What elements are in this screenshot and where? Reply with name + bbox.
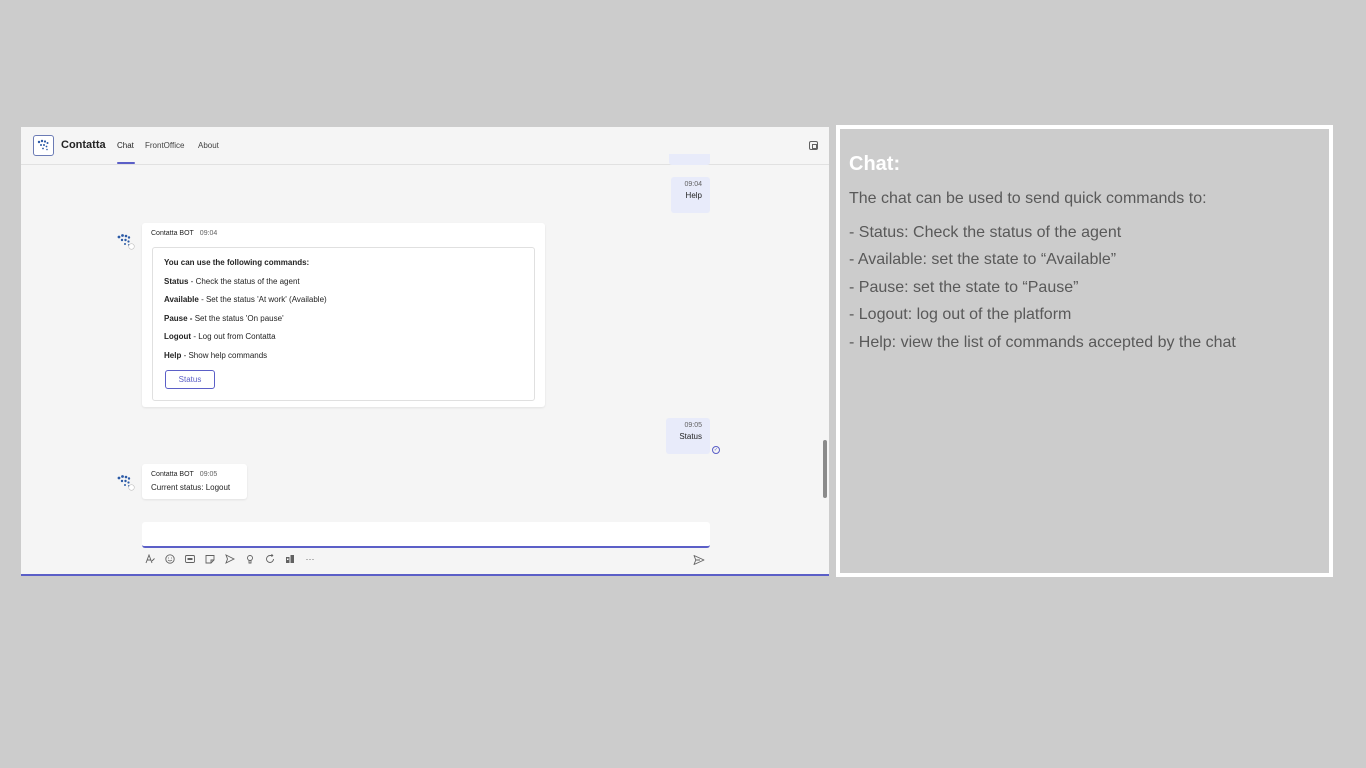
panel-line: - Available: set the state to “Available… bbox=[849, 251, 1117, 268]
message-time: 09:05 bbox=[199, 471, 218, 478]
schedule-send-icon[interactable] bbox=[225, 554, 235, 564]
sender-name: Contatta BOT bbox=[151, 471, 194, 478]
loop-icon[interactable] bbox=[265, 554, 275, 564]
message-time: 09:04 bbox=[199, 230, 218, 237]
more-options-icon[interactable]: ··· bbox=[305, 554, 315, 564]
message-compose-input[interactable] bbox=[142, 522, 710, 548]
format-icon[interactable] bbox=[145, 554, 155, 564]
previous-message-bubble bbox=[669, 154, 710, 165]
tab-about[interactable]: About bbox=[198, 141, 219, 150]
contatta-logo-icon bbox=[33, 135, 54, 156]
command-item: Available - Set the status 'At work' (Av… bbox=[164, 295, 327, 304]
tab-frontoffice[interactable]: FrontOffice bbox=[145, 141, 184, 150]
command-separator: - bbox=[188, 277, 196, 286]
command-name: Status bbox=[164, 277, 189, 286]
command-desc: Show help commands bbox=[188, 351, 268, 360]
message-header: Contatta BOT 09:05 bbox=[151, 471, 217, 478]
panel-line: - Status: Check the status of the agent bbox=[849, 224, 1122, 241]
annotation-panel: Chat: The chat can be used to send quick… bbox=[836, 125, 1333, 577]
bot-message-status: Contatta BOT 09:05 Current status: Logout bbox=[142, 464, 247, 499]
card-intro: You can use the following commands: bbox=[164, 258, 310, 267]
compose-toolbar: ··· bbox=[145, 553, 315, 565]
command-desc: Log out from Contatta bbox=[198, 332, 276, 341]
gif-icon[interactable] bbox=[185, 554, 195, 564]
message-time: 09:05 bbox=[684, 422, 702, 429]
command-item: Logout - Log out from Contatta bbox=[164, 332, 276, 341]
command-name: Logout bbox=[164, 332, 192, 341]
message-text: Status bbox=[679, 432, 702, 441]
sender-name: Contatta BOT bbox=[151, 230, 194, 237]
command-desc: Check the status of the agent bbox=[195, 277, 300, 286]
sent-message-help: 09:04 Help bbox=[671, 177, 710, 213]
apps-icon[interactable] bbox=[285, 554, 295, 564]
command-item: Pause - Set the status 'On pause' bbox=[164, 314, 284, 323]
bot-avatar-icon bbox=[116, 231, 136, 251]
message-text: Current status: Logout bbox=[151, 483, 231, 492]
panel-line: - Logout: log out of the platform bbox=[849, 306, 1072, 323]
panel-line: - Help: view the list of commands accept… bbox=[849, 334, 1236, 351]
emoji-icon[interactable] bbox=[165, 554, 175, 564]
command-desc: Set the status 'At work' (Available) bbox=[205, 295, 327, 304]
command-separator: - bbox=[198, 295, 206, 304]
praise-icon[interactable] bbox=[245, 554, 255, 564]
chat-scrollbar[interactable] bbox=[823, 440, 827, 498]
bot-message-commands: Contatta BOT 09:04 You can use the follow… bbox=[142, 223, 545, 407]
command-name: Available bbox=[164, 295, 199, 304]
command-desc: Set the status 'On pause' bbox=[194, 314, 284, 323]
tab-chat[interactable]: Chat bbox=[117, 141, 134, 150]
sticker-icon[interactable] bbox=[205, 554, 215, 564]
teams-app-window: Contatta Chat FrontOffice About 09:04 He… bbox=[21, 127, 829, 576]
adaptive-card: You can use the following commands: Stat… bbox=[152, 247, 535, 401]
panel-title: Chat: bbox=[849, 153, 901, 175]
app-title: Contatta bbox=[61, 139, 106, 151]
active-tab-indicator bbox=[117, 162, 135, 164]
sent-message-status: 09:05 Status bbox=[666, 418, 710, 454]
popout-icon[interactable] bbox=[809, 141, 818, 150]
command-item: Status - Check the status of the agent bbox=[164, 277, 300, 286]
message-header: Contatta BOT 09:04 bbox=[151, 230, 217, 237]
message-text: Help bbox=[685, 191, 702, 200]
message-time: 09:04 bbox=[684, 181, 702, 188]
panel-intro: The chat can be used to send quick comma… bbox=[849, 190, 1207, 207]
bot-avatar-icon bbox=[116, 472, 136, 492]
command-item: Help - Show help commands bbox=[164, 351, 267, 360]
send-icon[interactable] bbox=[693, 553, 705, 565]
panel-line: - Pause: set the state to “Pause” bbox=[849, 279, 1079, 296]
command-name: Help bbox=[164, 351, 182, 360]
read-receipt-icon: ✓ bbox=[712, 446, 720, 454]
command-name: Pause - bbox=[164, 314, 193, 323]
status-button[interactable]: Status bbox=[165, 370, 215, 389]
